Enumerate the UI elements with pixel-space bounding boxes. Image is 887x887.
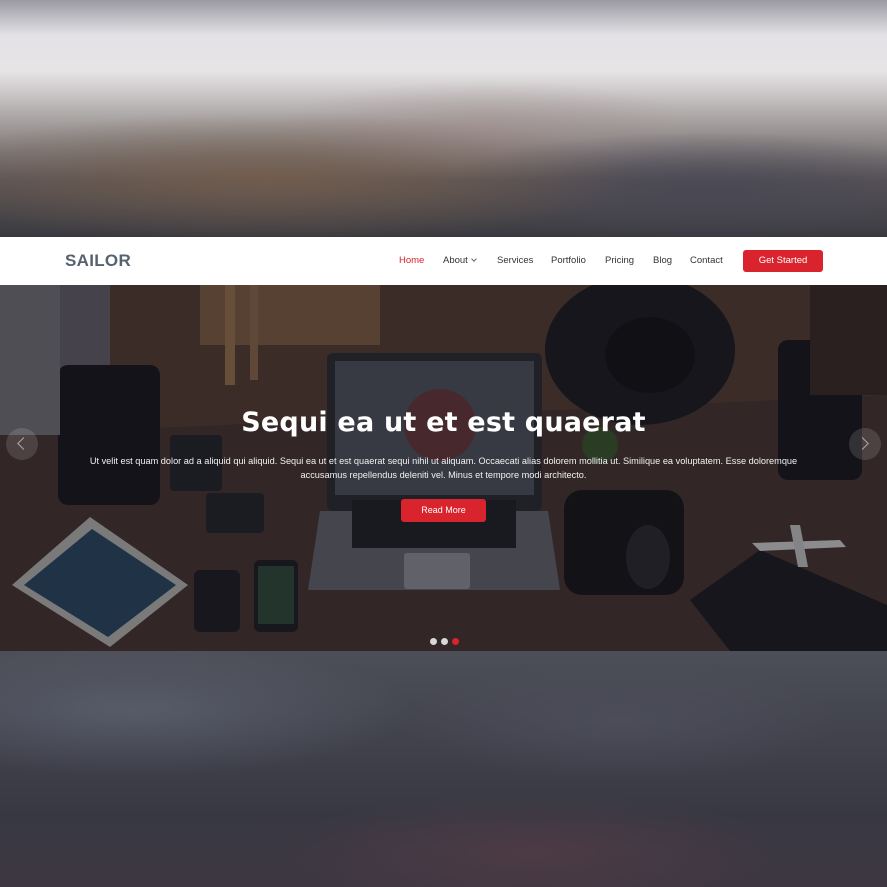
nav-item-portfolio[interactable]: Portfolio [551,255,586,266]
carousel-indicator-3[interactable] [452,638,459,645]
hero-title: Sequi ea ut et est quaerat [241,407,646,438]
nav-item-about-label: About [443,255,468,266]
carousel-indicator-2[interactable] [441,638,448,645]
read-more-button[interactable]: Read More [401,499,486,522]
hero-carousel: Sequi ea ut et est quaerat Ut velit est … [0,285,887,651]
carousel-indicator-1[interactable] [430,638,437,645]
nav-item-about[interactable]: About [443,255,477,266]
nav-item-services[interactable]: Services [497,255,533,266]
blurred-backdrop-top [0,0,887,237]
nav-item-pricing[interactable]: Pricing [605,255,634,266]
carousel-indicators [430,638,460,645]
chevron-down-icon [470,256,477,262]
site-header: SAILOR Home About Services Portfolio Pri… [0,237,887,285]
nav-item-home[interactable]: Home [399,255,424,266]
get-started-button[interactable]: Get Started [743,250,823,272]
blurred-backdrop-bottom [0,651,887,887]
nav-item-blog[interactable]: Blog [653,255,672,266]
nav-item-contact[interactable]: Contact [690,255,723,266]
chevron-left-icon [17,437,30,450]
chevron-right-icon [856,437,869,450]
hero-description: Ut velit est quam dolor ad a aliquid qui… [89,456,798,480]
